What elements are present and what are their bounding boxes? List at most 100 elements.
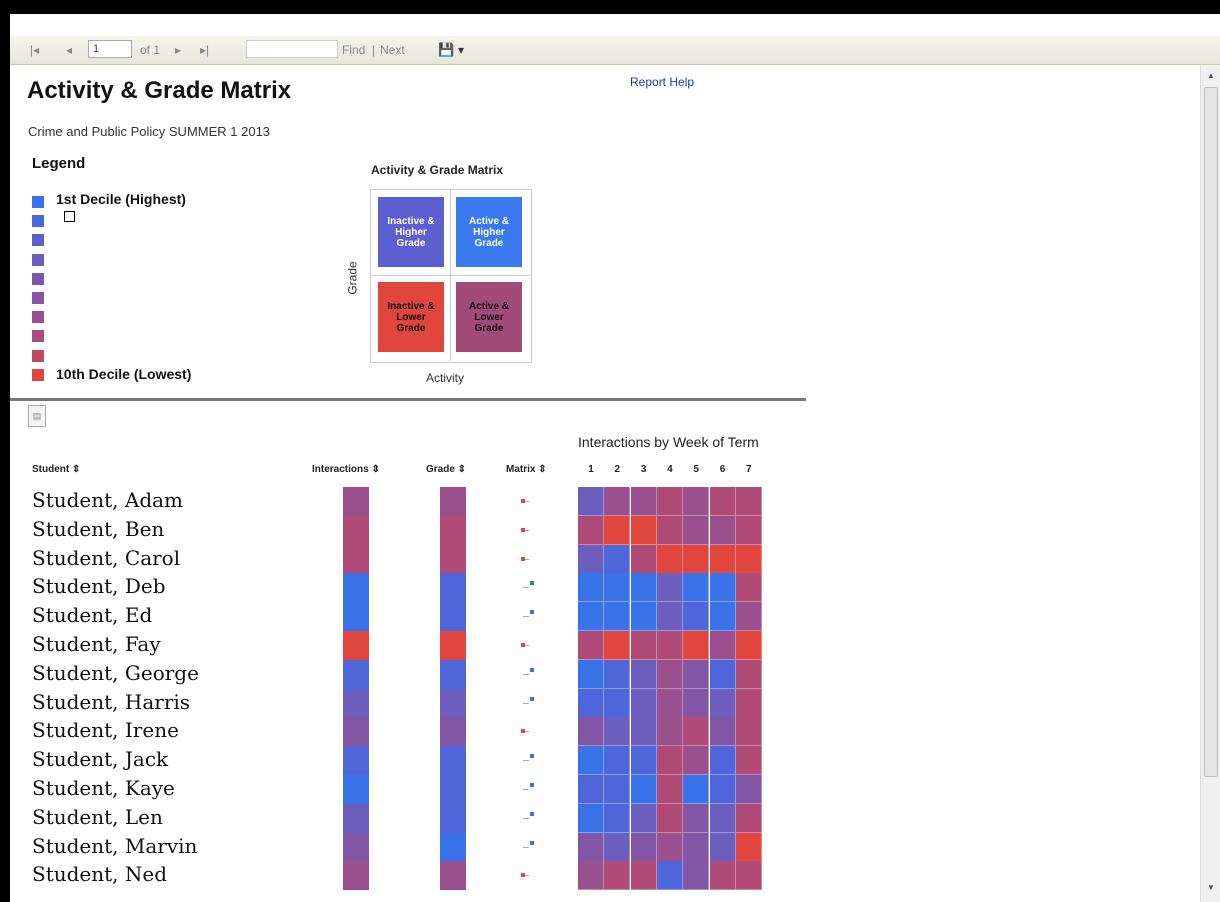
week-header: 3: [640, 464, 647, 475]
student-name[interactable]: Student, Marvin: [32, 832, 197, 860]
student-name[interactable]: Student, George: [32, 659, 199, 687]
week-heatmap-cell: [683, 515, 710, 545]
export-dropdown-icon[interactable]: ▾: [458, 42, 464, 58]
student-name[interactable]: Student, Carol: [32, 544, 180, 572]
interactions-decile-cell: [343, 775, 369, 804]
interactions-decile-cell: [343, 861, 369, 891]
find-button[interactable]: Find: [342, 42, 365, 58]
report-help-link[interactable]: Report Help: [630, 75, 694, 89]
week-header: 4: [667, 464, 673, 475]
student-name[interactable]: Student, Adam: [32, 486, 183, 514]
student-name[interactable]: Student, Deb: [32, 572, 166, 600]
matrix-mini-axis: [523, 673, 529, 675]
interactions-decile-cell: [343, 832, 369, 862]
week-heatmap-cell: [656, 631, 683, 660]
week-heatmap-cell: [630, 544, 657, 574]
week-heatmap-cell: [604, 631, 631, 660]
matrix-y-axis-label: Grade: [345, 261, 360, 295]
matrix-position-dot: [521, 643, 525, 647]
week-heatmap-cell: [683, 746, 710, 776]
week-heatmap-cell: [709, 573, 736, 603]
vertical-scrollbar[interactable]: ▲ ▼: [1200, 65, 1220, 902]
legend-swatch: [32, 349, 44, 362]
legend-swatch: [32, 292, 44, 304]
matrix-mini-axis: [523, 817, 529, 819]
page-number-input[interactable]: 1: [88, 40, 132, 58]
week-heatmap-cell: [656, 688, 683, 718]
legend-swatch: [32, 311, 44, 324]
week-heatmap-cell: [604, 602, 631, 632]
student-name[interactable]: Student, Fay: [32, 630, 161, 658]
matrix-divider-horizontal: [370, 275, 530, 276]
student-name[interactable]: Student, Harris: [32, 688, 190, 716]
week-heatmap-cell: [656, 573, 683, 603]
interactions-decile-cell: [343, 746, 369, 776]
week-heatmap-cell: [683, 544, 710, 574]
week-heatmap-cell: [683, 573, 710, 603]
interactions-decile-cell: [343, 688, 369, 718]
legend-swatch: [32, 234, 44, 247]
week-heatmap-cell: [735, 775, 762, 804]
week-heatmap-cell: [656, 515, 683, 545]
matrix-diagram-title: Activity & Grade Matrix: [371, 163, 504, 177]
matrix-mini-axis: [523, 789, 529, 790]
week-heatmap-cell: [604, 573, 631, 603]
scroll-up-icon[interactable]: ▲: [1207, 71, 1215, 80]
scroll-thumb[interactable]: [1204, 87, 1218, 777]
quadrant-active-lower: Active & Lower Grade: [456, 282, 522, 352]
student-name[interactable]: Student, Ben: [32, 515, 164, 543]
sort-grade-header[interactable]: Grade ⇕: [426, 464, 466, 475]
matrix-position-dot: [530, 581, 534, 586]
week-heatmap-cell: [604, 487, 631, 516]
first-page-button[interactable]: |◂: [30, 42, 39, 58]
week-heatmap-cell: [709, 832, 736, 862]
matrix-position-dot: [521, 527, 525, 532]
section-divider: [10, 398, 806, 401]
grade-decile-cell: [440, 631, 466, 660]
toggle-section-icon[interactable]: ▤: [28, 405, 46, 427]
last-page-button[interactable]: ▸|: [200, 42, 209, 58]
student-name[interactable]: Student, Ned: [32, 860, 167, 888]
quadrant-inactive-lower: Inactive & Lower Grade: [378, 282, 444, 352]
week-heatmap-cell: [735, 659, 762, 689]
find-text-input[interactable]: [246, 40, 338, 58]
find-next-button[interactable]: Next: [380, 42, 405, 58]
student-name[interactable]: Student, Len: [32, 803, 163, 831]
sort-matrix-header[interactable]: Matrix ⇕: [506, 464, 547, 475]
week-heatmap-cell: [683, 631, 710, 660]
interactions-decile-cell: [343, 631, 369, 660]
matrix-position-dot: [530, 783, 534, 787]
student-name[interactable]: Student, Jack: [32, 745, 168, 773]
next-page-button[interactable]: ▸: [175, 42, 181, 58]
week-header: 1: [588, 464, 594, 475]
week-heatmap-cell: [578, 515, 604, 545]
student-name[interactable]: Student, Ed: [32, 601, 152, 629]
week-heatmap-cell: [578, 746, 604, 776]
week-heatmap-cell: [604, 775, 631, 804]
week-heatmap-cell: [683, 803, 710, 833]
grade-decile-cell: [440, 544, 466, 574]
grade-decile-cell: [440, 861, 466, 891]
sort-student-header[interactable]: Student ⇕: [32, 464, 80, 475]
week-heatmap-cell: [656, 487, 683, 516]
week-heatmap-cell: [656, 803, 683, 833]
week-heatmap-cell: [683, 717, 710, 747]
student-name[interactable]: Student, Kaye: [32, 774, 175, 802]
interactions-decile-cell: [343, 573, 369, 603]
week-heatmap-cell: [735, 861, 762, 891]
week-header: 6: [719, 464, 726, 475]
interactions-decile-cell: [343, 717, 369, 747]
scroll-down-icon[interactable]: ▼: [1207, 883, 1215, 892]
week-heatmap-cell: [709, 631, 736, 660]
matrix-mini-axis: [523, 760, 529, 762]
student-name[interactable]: Student, Irene: [32, 716, 179, 744]
week-heatmap-cell: [578, 544, 604, 574]
report-toolbar: |◂ ◂ 1 of 1 ▸ ▸| Find | Next 💾 ▾: [10, 36, 1220, 65]
previous-page-button[interactable]: ◂: [66, 42, 72, 58]
week-heatmap-cell: [578, 602, 604, 632]
export-icon[interactable]: 💾: [438, 42, 454, 58]
week-header: 5: [693, 464, 699, 475]
page-count-label: of 1: [140, 43, 161, 57]
week-heatmap-cell: [683, 775, 710, 804]
sort-interactions-header[interactable]: Interactions ⇕: [312, 464, 380, 475]
